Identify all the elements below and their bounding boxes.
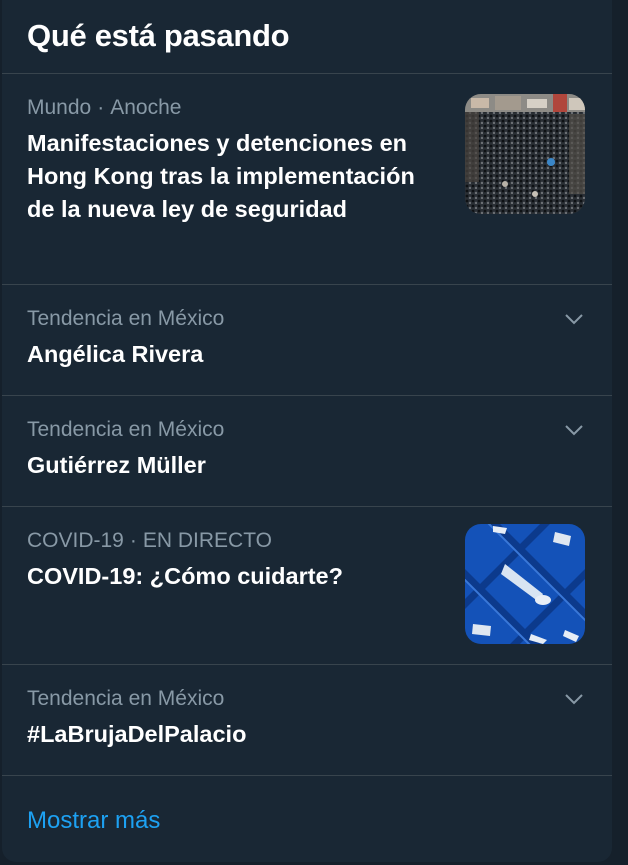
- trend-category: Tendencia en México: [27, 307, 225, 330]
- show-more-link[interactable]: Mostrar más: [2, 776, 612, 836]
- trend-title: Angélica Rivera: [27, 341, 204, 367]
- chevron-down-icon[interactable]: [564, 312, 584, 326]
- trend-item-covid[interactable]: COVID-19 · EN DIRECTO COVID-19: ¿Cómo cuid…: [2, 507, 612, 665]
- trend-item-la-bruja-del-palacio[interactable]: Tendencia en México #LaBrujaDelPalacio: [2, 665, 612, 776]
- crowd-photo-thumbnail: [465, 94, 585, 214]
- trend-category: Tendencia en México: [27, 687, 225, 710]
- trend-title: Gutiérrez Müller: [27, 452, 206, 478]
- crowd-photo-image: [465, 94, 585, 214]
- trend-item-gutierrez-muller[interactable]: Tendencia en México Gutiérrez Müller: [2, 396, 612, 507]
- chevron-down-icon[interactable]: [564, 423, 584, 437]
- trend-title: Manifestaciones y detenciones en Hong Ko…: [27, 130, 415, 222]
- chevron-down-icon[interactable]: [564, 692, 584, 706]
- covid-illustration-thumbnail: [465, 524, 585, 644]
- trend-time: Anoche: [110, 96, 182, 119]
- trend-category: COVID-19: [27, 529, 124, 552]
- trend-item-angelica-rivera[interactable]: Tendencia en México Angélica Rivera: [2, 285, 612, 396]
- trend-category: Tendencia en México: [27, 418, 225, 441]
- trends-panel: Qué está pasando Mundo · Anoche Manifestac…: [2, 0, 612, 862]
- trend-category: Mundo: [27, 96, 92, 119]
- trend-item-hong-kong[interactable]: Mundo · Anoche Manifestaciones y detencion…: [2, 74, 612, 285]
- covid-illustration-image: [465, 524, 585, 644]
- trends-header: Qué está pasando: [2, 0, 612, 74]
- trend-time: EN DIRECTO: [142, 529, 272, 552]
- trends-title: Qué está pasando: [27, 18, 290, 53]
- trend-title: #LaBrujaDelPalacio: [27, 721, 247, 747]
